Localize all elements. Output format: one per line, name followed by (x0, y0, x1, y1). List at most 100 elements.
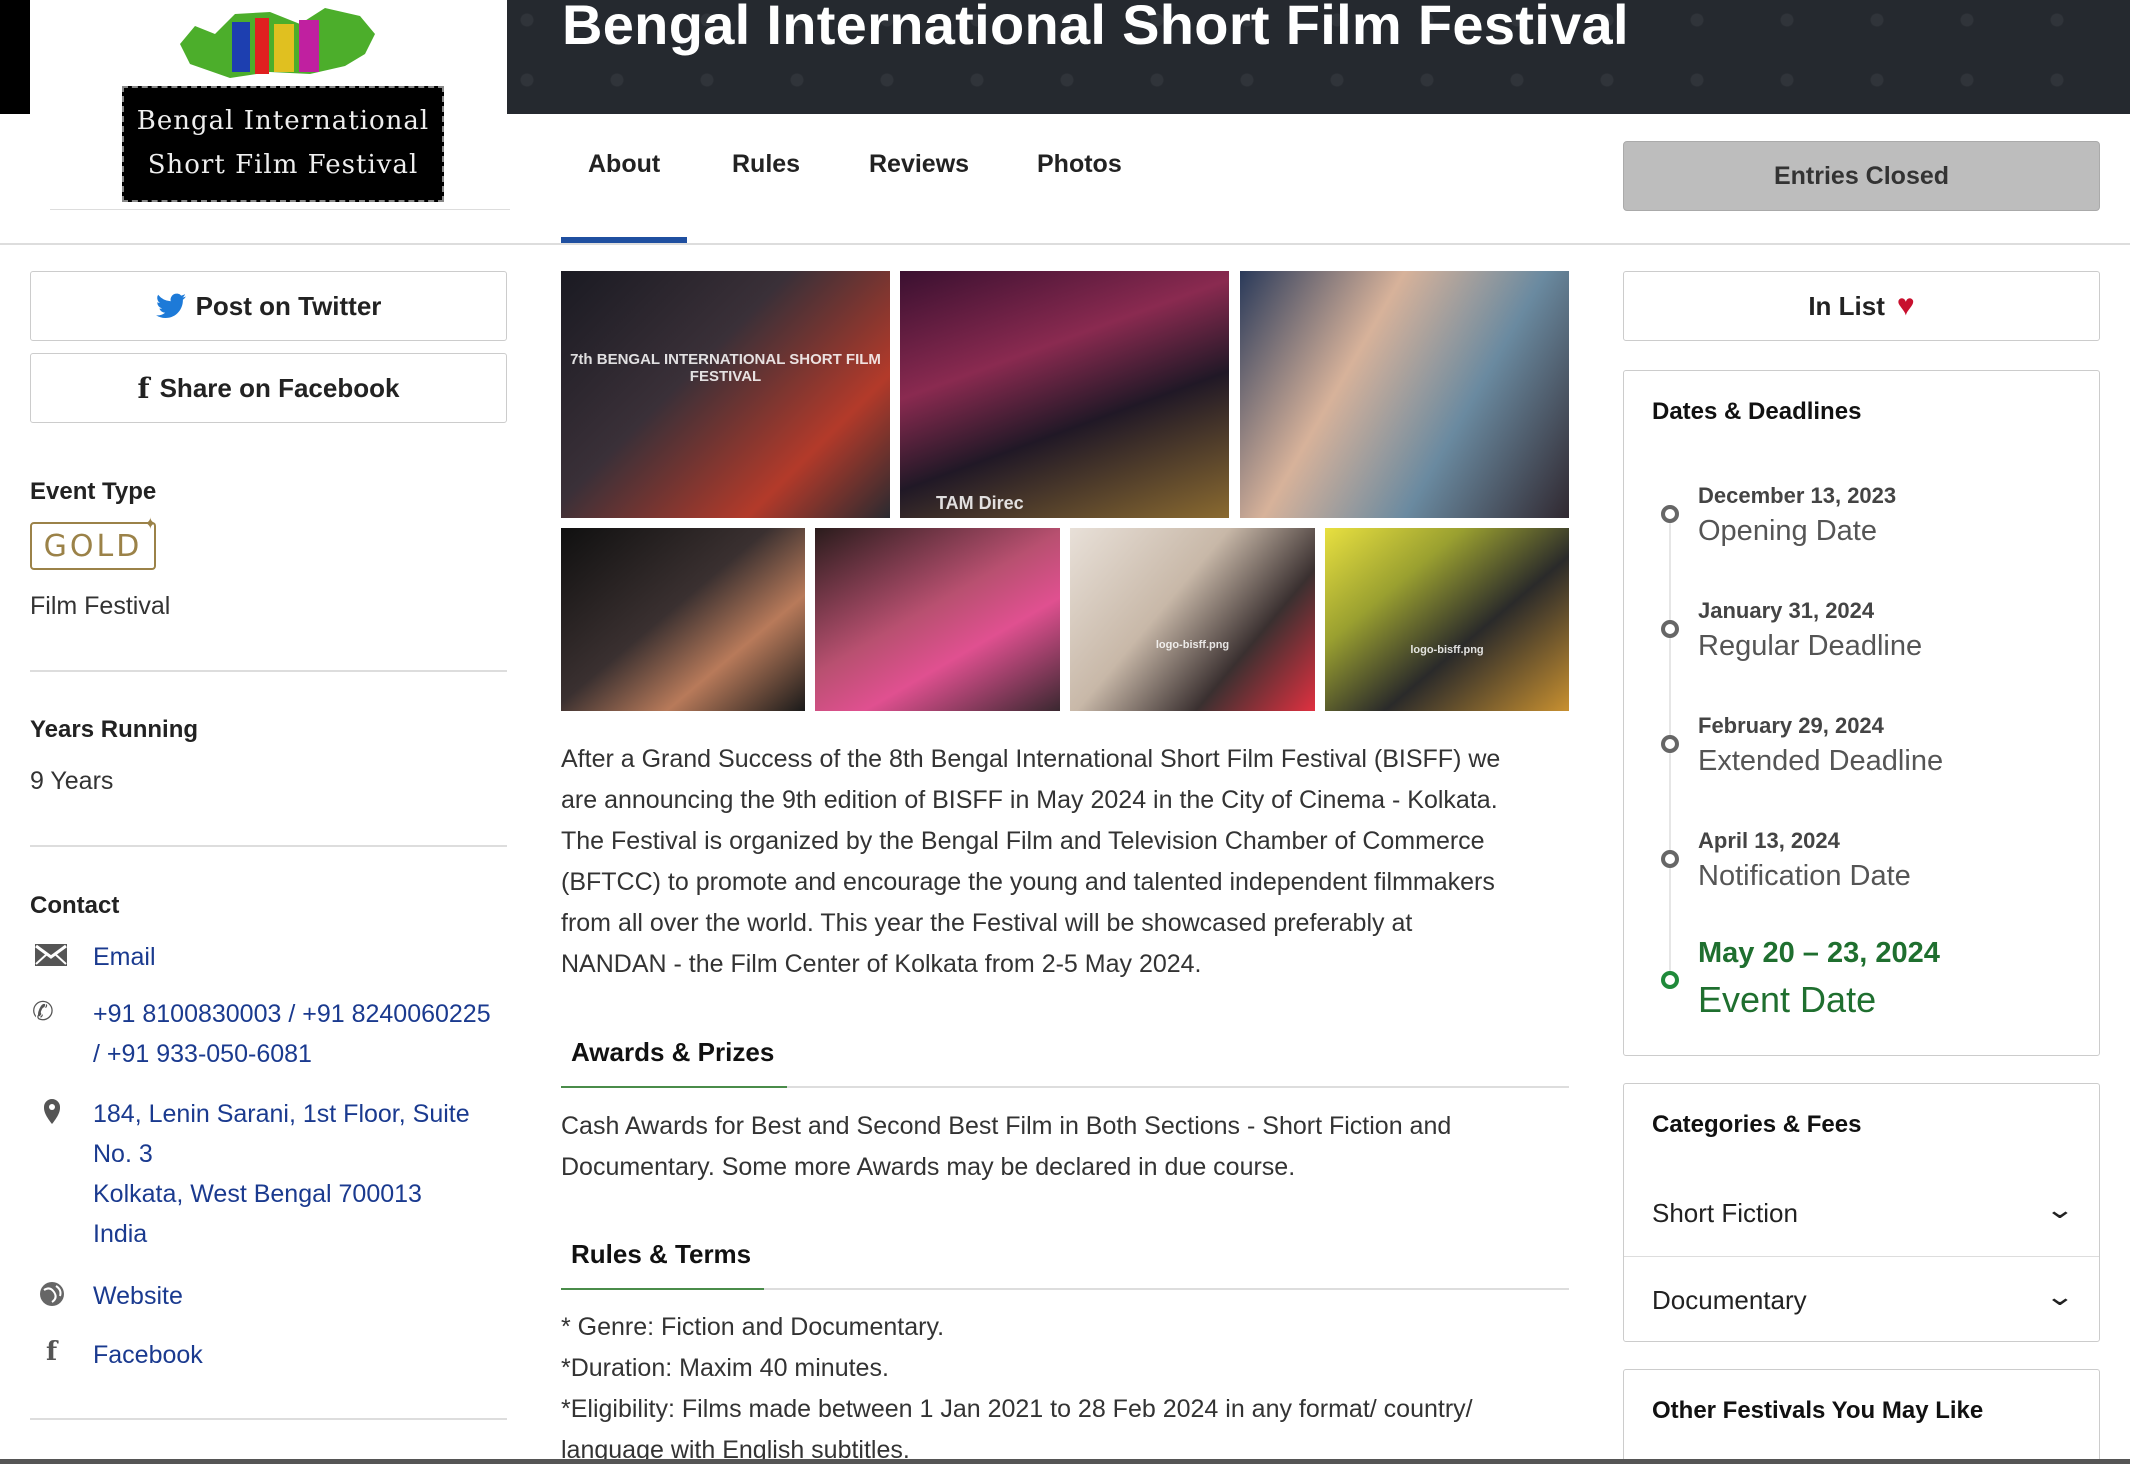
email-icon (35, 944, 67, 966)
twitter-button-label: Post on Twitter (195, 290, 382, 321)
gallery-photo[interactable]: 7th BENGAL INTERNATIONAL SHORT FILM FEST… (561, 271, 890, 518)
share-on-facebook-button[interactable]: f Share on Facebook (30, 353, 507, 423)
category-item[interactable]: Documentary ⌄ (1624, 1256, 2099, 1342)
sidebar-divider (30, 1418, 507, 1420)
gallery-photo[interactable] (815, 528, 1060, 711)
timeline-dot (1661, 971, 1679, 989)
timeline-dot (1661, 735, 1679, 753)
email-link[interactable]: Email (93, 937, 156, 977)
date-value: April 13, 2024 (1698, 828, 1840, 853)
date-label: Opening Date (1698, 515, 1877, 547)
facebook-button-label: Share on Facebook (159, 372, 400, 403)
logo-text-line1: Bengal International (136, 106, 430, 136)
photo-caption: logo-bisff.png (1410, 644, 1484, 656)
photo-caption: logo-bisff.png (1155, 639, 1230, 651)
post-on-twitter-button[interactable]: Post on Twitter (30, 271, 507, 341)
phone-link[interactable]: +91 8100830003 / +91 8240060225 / +91 933… (93, 994, 491, 1074)
years-running-heading: Years Running (30, 716, 199, 743)
timeline-dot (1661, 505, 1679, 523)
date-value: February 29, 2024 (1698, 713, 1884, 738)
address-line-4: India (93, 1220, 148, 1248)
gallery-photo[interactable] (561, 528, 805, 711)
facebook-icon: f (46, 1337, 58, 1367)
address-link[interactable]: 184, Lenin Sarani, 1st Floor, Suite No. 3… (93, 1094, 470, 1254)
awards-line: Cash Awards for Best and Second Best Fil… (561, 1112, 1452, 1140)
gallery-photo[interactable]: logo-bisff.png (1325, 528, 1569, 711)
tab-photos[interactable]: Photos (1037, 150, 1122, 179)
in-list-button[interactable]: In List ♥ (1623, 271, 2100, 341)
gallery-photo[interactable]: logo-bisff.png (1070, 528, 1315, 711)
date-label: Event Date (1698, 979, 1877, 1020)
gold-badge: GOLD ✦ (30, 514, 157, 570)
facebook-icon: f (137, 371, 150, 405)
event-type-heading: Event Type (30, 478, 157, 505)
address-line-1: 184, Lenin Sarani, 1st Floor, Suite (93, 1100, 470, 1128)
rules-line: *Eligibility: Films made between 1 Jan 2… (561, 1395, 1473, 1423)
logo-map-graphic (180, 8, 375, 78)
sparkle-icon: ✦ (143, 514, 160, 533)
photo-caption: TAM Direc (936, 493, 1024, 513)
logo-text-line2: Short Film Festival (147, 150, 419, 180)
twitter-icon (155, 293, 186, 318)
date-label: Regular Deadline (1698, 630, 1923, 662)
category-name: Short Fiction (1652, 1198, 1798, 1228)
dates-deadlines-card: Dates & Deadlines December 13, 2023 Open… (1623, 370, 2100, 1056)
logo-divider (50, 209, 510, 210)
years-running-value: 9 Years (30, 767, 114, 795)
about-line: (BFTCC) to promote and encourage the you… (561, 868, 1495, 896)
awards-description: Cash Awards for Best and Second Best Fil… (561, 1106, 1561, 1188)
about-line: are announcing the 9th edition of BISFF … (561, 786, 1498, 814)
awards-line: Documentary. Some more Awards may be dec… (561, 1153, 1296, 1181)
photo-caption: 7th BENGAL INTERNATIONAL SHORT FILM FEST… (570, 351, 881, 385)
section-accent (561, 1086, 787, 1088)
nav-divider (0, 243, 2130, 245)
date-value: January 31, 2024 (1698, 598, 1875, 623)
category-name: Documentary (1652, 1285, 1807, 1315)
phone-line-2: / +91 933-050-6081 (93, 1040, 312, 1068)
rules-line: *Duration: Maxim 40 minutes. (561, 1354, 889, 1382)
heart-icon: ♥ (1896, 289, 1915, 322)
entries-closed-button[interactable]: Entries Closed (1623, 141, 2100, 211)
date-label: Notification Date (1698, 860, 1911, 892)
date-value: December 13, 2023 (1698, 483, 1897, 508)
awards-heading: Awards & Prizes (571, 1037, 775, 1067)
about-line: The Festival is organized by the Bengal … (561, 827, 1485, 855)
tab-about[interactable]: About (588, 150, 660, 179)
about-description: After a Grand Success of the 8th Bengal … (561, 739, 1561, 985)
logo-plate: Bengal International Short Film Festival (122, 86, 444, 202)
categories-heading: Categories & Fees (1652, 1111, 1862, 1138)
categories-fees-card: Categories & Fees Short Fiction ⌄ Docume… (1623, 1083, 2100, 1342)
tab-rules[interactable]: Rules (732, 150, 800, 179)
festival-logo: Bengal International Short Film Festival (30, 0, 510, 210)
rules-line: * Genre: Fiction and Documentary. (561, 1313, 945, 1341)
about-line: After a Grand Success of the 8th Bengal … (561, 745, 1501, 773)
location-pin-icon (44, 1099, 60, 1124)
website-link[interactable]: Website (93, 1276, 183, 1316)
about-line: from all over the world. This year the F… (561, 909, 1413, 937)
banner-edge (0, 0, 30, 114)
chevron-down-icon: ⌄ (2044, 1194, 2076, 1224)
rules-heading: Rules & Terms (571, 1239, 752, 1269)
timeline-dot (1661, 850, 1679, 868)
phone-icon: ✆ (32, 996, 54, 1026)
tab-reviews[interactable]: Reviews (869, 150, 969, 179)
sidebar-divider (30, 670, 507, 672)
dates-heading: Dates & Deadlines (1652, 398, 1862, 425)
event-type-value: Film Festival (30, 592, 171, 620)
gallery-photo[interactable]: TAM Direc (900, 271, 1229, 518)
gallery-photo[interactable] (1240, 271, 1569, 518)
other-festivals-heading: Other Festivals You May Like (1652, 1397, 1984, 1424)
phone-line-1: +91 8100830003 / +91 8240060225 (93, 1000, 491, 1028)
address-line-2: No. 3 (93, 1140, 153, 1168)
chevron-down-icon: ⌄ (2044, 1281, 2076, 1311)
festival-title: Bengal International Short Film Festival (562, 0, 1629, 56)
timeline-dot (1661, 620, 1679, 638)
gold-badge-label: GOLD (43, 528, 143, 564)
date-value: May 20 – 23, 2024 (1698, 937, 1940, 969)
facebook-link[interactable]: Facebook (93, 1335, 203, 1375)
globe-icon (40, 1282, 64, 1306)
address-line-3: Kolkata, West Bengal 700013 (93, 1180, 422, 1208)
sidebar-divider (30, 845, 507, 847)
contact-heading: Contact (30, 892, 120, 919)
category-item[interactable]: Short Fiction ⌄ (1624, 1170, 2099, 1256)
